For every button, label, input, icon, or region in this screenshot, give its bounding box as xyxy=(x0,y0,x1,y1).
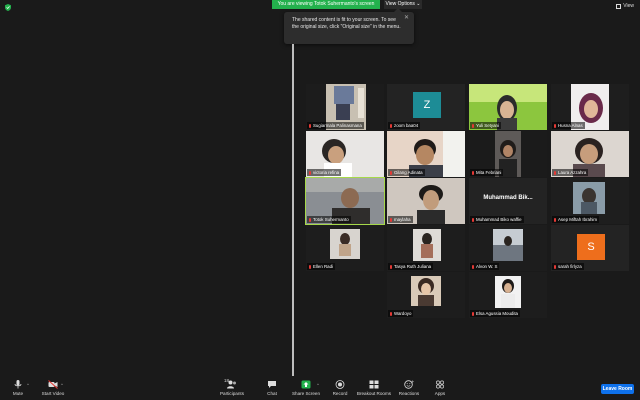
chevron-up-icon[interactable]: ^ xyxy=(27,382,29,387)
record-label: Record xyxy=(332,391,348,396)
avatar: S xyxy=(577,234,605,260)
participant-tile[interactable]: Asep Miftah Ibrahim xyxy=(551,178,629,224)
participant-tile[interactable]: Gilang Adinata xyxy=(387,131,465,177)
start-video-button[interactable]: Start Video xyxy=(33,380,73,396)
share-screen-label: Share Screen xyxy=(291,391,321,396)
participant-tile[interactable]: Yuli Setyani xyxy=(469,84,547,130)
video-camera-off-icon xyxy=(48,380,58,389)
participant-name: victoria refina xyxy=(307,169,342,176)
participant-tile[interactable]: Alvon W. S xyxy=(469,225,547,271)
breakout-rooms-button[interactable]: Breakout Rooms xyxy=(354,380,394,396)
participant-display-name: Muhammad Bik... xyxy=(483,195,533,201)
participant-name: Gilang Adinata xyxy=(388,169,425,176)
split-view-divider[interactable] xyxy=(292,44,294,376)
participants-button[interactable]: 18 Participants xyxy=(212,378,252,396)
participant-name: Totok Suhermanto xyxy=(307,216,351,223)
participant-name: Alvon W. S xyxy=(470,263,500,270)
svg-text:+: + xyxy=(411,380,414,384)
meeting-toolbar: Mute ^ Start Video ^ 18 Participants Cha… xyxy=(0,376,640,400)
participant-name: Laura Azzahra xyxy=(552,169,589,176)
participant-name: zoom baa04 xyxy=(388,122,421,129)
start-video-label: Start Video xyxy=(41,391,65,396)
chat-label: Chat xyxy=(267,391,277,396)
participant-tile-active-speaker[interactable]: Totok Suhermanto xyxy=(305,177,385,225)
close-icon[interactable]: ✕ xyxy=(404,15,409,22)
microphone-icon xyxy=(14,380,22,389)
record-icon xyxy=(335,380,345,389)
participant-tile[interactable]: Z zoom baa04 xyxy=(387,84,465,130)
participant-name: sarah firlyza xyxy=(552,263,584,270)
apps-button[interactable]: Apps xyxy=(420,380,460,396)
zoom-meeting-window: You are viewing Totok Suhermanto's scree… xyxy=(0,0,640,400)
fit-to-screen-tooltip: The shared content is fit to your screen… xyxy=(284,8,414,44)
participants-label: Participants xyxy=(219,391,244,396)
participant-tile[interactable]: Laura Azzahra xyxy=(551,131,629,177)
grid-view-icon xyxy=(616,3,622,9)
participant-tile[interactable]: maylaha xyxy=(387,178,465,224)
participant-name: Ellen Radi xyxy=(307,263,336,270)
participant-name: Sugiarmala Palinasmana xyxy=(307,122,364,129)
view-label: View xyxy=(623,3,634,9)
chevron-up-icon[interactable]: ^ xyxy=(61,382,63,387)
participant-tile[interactable]: Husna Alnas xyxy=(551,84,629,130)
participant-tile[interactable]: victoria refina xyxy=(306,131,384,177)
leave-room-button[interactable]: Leave Room xyxy=(601,384,634,394)
avatar: Z xyxy=(413,92,441,118)
mute-label: Mute xyxy=(12,391,24,396)
view-options-button[interactable]: View Options ⌄ xyxy=(384,0,422,9)
participant-tile[interactable]: Elsa Agussia Moudita xyxy=(469,272,547,318)
apps-icon xyxy=(436,380,444,389)
participant-tile[interactable]: Muhammad Bik... Muhammad Biko waffie xyxy=(469,178,547,224)
participant-name: Muhammad Biko waffie xyxy=(470,216,524,223)
participant-name: Tasya Ruth Juliana xyxy=(388,263,434,270)
participant-name: Asep Miftah Ibrahim xyxy=(552,216,600,223)
participant-name: maylaha xyxy=(388,216,413,223)
view-button[interactable]: View xyxy=(616,3,634,9)
participants-count: 18 xyxy=(224,378,229,383)
apps-label: Apps xyxy=(434,391,446,396)
tooltip-text: The shared content is fit to your screen… xyxy=(292,17,401,30)
reactions-smiley-icon: + xyxy=(404,380,414,389)
reactions-label: Reactions xyxy=(398,391,420,396)
chevron-up-icon[interactable]: ^ xyxy=(317,382,319,387)
participant-tile[interactable]: Ellen Radi xyxy=(306,225,384,271)
share-screen-icon xyxy=(301,380,311,389)
participant-tile[interactable]: Sugiarmala Palinasmana xyxy=(306,84,384,130)
screen-share-banner: You are viewing Totok Suhermanto's scree… xyxy=(272,0,380,9)
participant-name: Elsa Agussia Moudita xyxy=(470,310,520,317)
participant-name: Yuli Setyani xyxy=(470,122,501,129)
breakout-rooms-label: Breakout Rooms xyxy=(356,391,392,396)
participant-name: Mita Febriani xyxy=(470,169,504,176)
security-shield-icon[interactable] xyxy=(5,4,11,11)
participant-name: Husna Alnas xyxy=(552,122,585,129)
view-options-label: View Options xyxy=(385,1,415,7)
chat-bubble-icon xyxy=(268,381,276,388)
participant-tile[interactable]: Tasya Ruth Juliana xyxy=(387,225,465,271)
participant-tile[interactable]: S sarah firlyza xyxy=(551,225,629,271)
participant-tile[interactable]: Wardoyo xyxy=(387,272,465,318)
breakout-rooms-icon xyxy=(369,380,379,389)
participant-name: Wardoyo xyxy=(388,310,414,317)
participant-tile[interactable]: Mita Febriani xyxy=(469,131,547,177)
